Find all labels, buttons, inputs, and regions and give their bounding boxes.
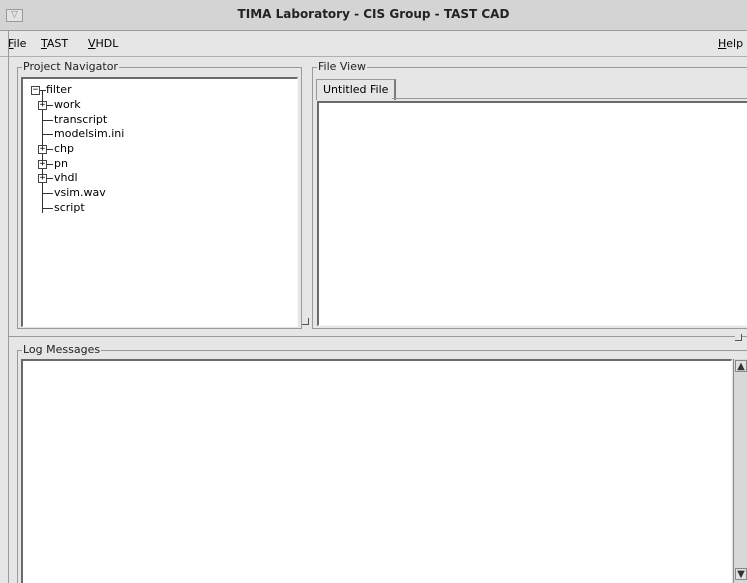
project-navigator-tree[interactable]: − filter + work transcript modelsim.ini … [21,77,298,327]
menu-file[interactable]: File [8,37,26,50]
menu-help[interactable]: Help [718,37,743,50]
pane-divider [9,336,747,337]
tree-expand-icon[interactable]: + [38,101,47,110]
tree-item[interactable]: script [54,201,85,215]
scroll-down-icon[interactable]: ▼ [735,568,747,580]
window-title: TIMA Laboratory - CIS Group - TAST CAD [237,7,510,21]
pane-resize-grip[interactable] [302,318,309,325]
tree-item[interactable]: vsim.wav [54,186,106,200]
menu-tast[interactable]: TAST [41,37,68,50]
tree-expand-icon[interactable]: + [38,145,47,154]
log-messages-area[interactable] [21,359,732,583]
menu-bar: File TAST VHDL Help [0,31,747,57]
tree-collapse-root-icon[interactable]: − [31,86,40,95]
tree-expand-icon[interactable]: + [38,174,47,183]
tree-container: − filter + work transcript modelsim.ini … [23,79,297,326]
pane-resize-grip[interactable] [735,334,742,341]
project-navigator-label: Project Navigator [22,60,119,74]
tab-untitled-file[interactable]: Untitled File [316,79,397,100]
tree-item-root[interactable]: filter [46,83,72,97]
window-left-edge [8,31,9,583]
tree-item[interactable]: chp [54,142,74,156]
tree-item[interactable]: vhdl [54,171,78,185]
tree-item[interactable]: work [54,98,81,112]
file-view-label: File View [317,60,368,74]
tree-item[interactable]: transcript [54,113,107,127]
log-scrollbar[interactable]: ▲ ▼ [733,359,747,583]
tree-item[interactable]: modelsim.ini [54,127,124,141]
window-titlebar: ▽ TIMA Laboratory - CIS Group - TAST CAD [0,0,747,31]
menu-vhdl[interactable]: VHDL [88,37,118,50]
tree-item[interactable]: pn [54,157,68,171]
tree-expand-icon[interactable]: + [38,160,47,169]
scroll-up-icon[interactable]: ▲ [735,360,747,372]
log-messages-label: Log Messages [22,343,102,357]
file-view-editor[interactable] [317,101,747,326]
